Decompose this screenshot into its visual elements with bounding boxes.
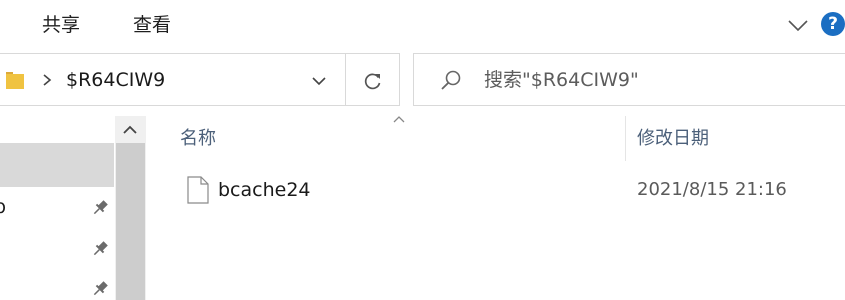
file-explorer-window: 共享 查看 ? $R64CIW9 搜索"$R64CIW9" p 名称 修改日期 … [0,0,845,300]
refresh-icon[interactable] [360,68,386,94]
help-button[interactable]: ? [821,12,845,36]
scroll-up-icon[interactable] [121,122,139,138]
breadcrumb-chevron-icon[interactable] [42,72,52,88]
column-header-name[interactable]: 名称 [180,124,216,158]
tab-view[interactable]: 查看 [133,10,171,40]
address-divider [345,54,346,105]
column-header-date-modified[interactable]: 修改日期 [637,124,709,158]
file-date-modified: 2021/8/15 21:16 [637,179,787,200]
ribbon-collapse-button[interactable] [786,14,810,36]
file-name[interactable]: bcache24 [218,176,311,204]
search-icon [441,70,461,90]
nav-scrollbar[interactable] [115,116,146,300]
pin-icon[interactable] [90,239,110,259]
file-icon [187,176,209,204]
scrollbar-thumb[interactable] [116,143,145,300]
address-bar[interactable]: $R64CIW9 [0,53,400,106]
address-history-dropdown-icon[interactable] [306,68,332,94]
nav-item-label[interactable]: p [0,194,6,220]
breadcrumb-current-folder[interactable]: $R64CIW9 [66,66,165,94]
chevron-down-icon [788,20,808,32]
search-input[interactable]: 搜索"$R64CIW9" [484,66,639,94]
navigation-pane: p [0,116,146,300]
pin-icon[interactable] [90,279,110,299]
column-divider[interactable] [625,116,626,161]
tab-share[interactable]: 共享 [42,10,80,40]
folder-icon [6,72,24,89]
search-box[interactable]: 搜索"$R64CIW9" [413,53,845,106]
file-row[interactable]: bcache24 2021/8/15 21:16 [160,168,845,212]
nav-item-selected[interactable] [0,143,114,187]
pin-icon[interactable] [90,198,110,218]
sort-ascending-icon [393,116,405,123]
